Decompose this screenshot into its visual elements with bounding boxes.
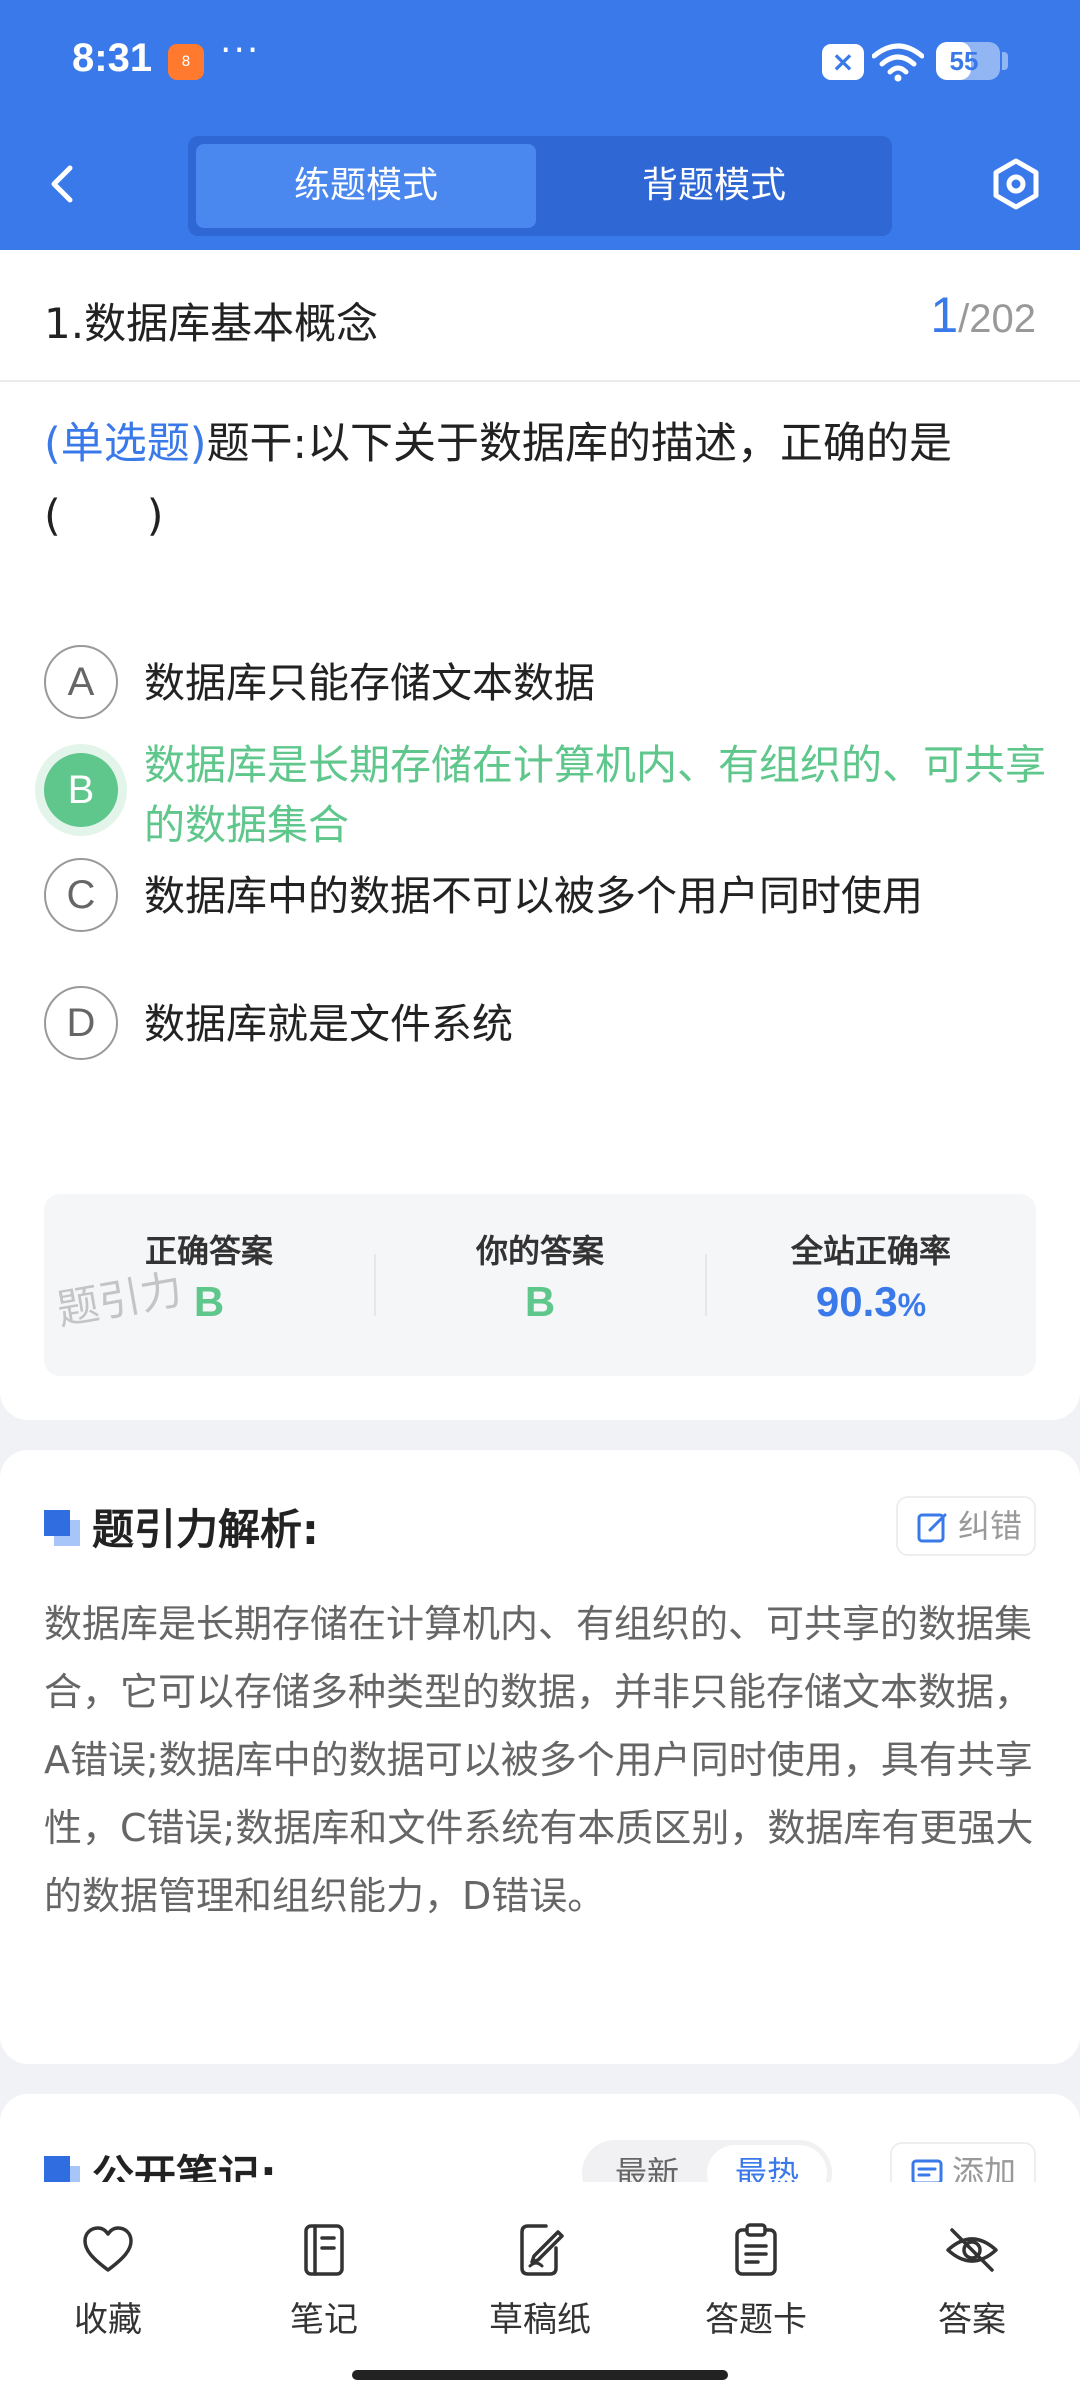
battery-level: 55 <box>949 46 979 76</box>
current-question-number: 1 <box>930 287 959 343</box>
settings-hexagon-icon[interactable] <box>988 156 1044 212</box>
chapter-title: 1.数据库基本概念 <box>44 299 379 348</box>
option-text: 数据库只能存储文本数据 <box>144 659 595 707</box>
option-d[interactable]: D 数据库就是文件系统 <box>44 986 1044 1060</box>
accuracy-number: 90.3 <box>815 1278 898 1325</box>
nav-favorite[interactable]: 收藏 <box>8 2222 208 2340</box>
nav-draft-label: 草稿纸 <box>489 2300 591 2340</box>
option-letter: C <box>44 858 118 932</box>
back-button[interactable] <box>36 156 92 212</box>
option-text: 数据库是长期存储在计算机内、有组织的、可共享的数据集合 <box>144 741 1046 849</box>
accuracy-label: 全站正确率 <box>790 1232 951 1270</box>
correct-answer-label: 正确答案 <box>144 1232 273 1270</box>
counter-separator: / <box>958 297 970 341</box>
heart-icon <box>83 2226 133 2272</box>
option-a[interactable]: A 数据库只能存储文本数据 <box>44 645 1044 719</box>
nav-answer-sheet[interactable]: 答题卡 <box>656 2222 856 2340</box>
section-squares-icon <box>44 1510 80 1546</box>
option-letter: A <box>44 645 118 719</box>
top-header: 8:31 8 ··· × 55 练题模式 背题模式 <box>0 0 1080 250</box>
nav-draft[interactable]: 草稿纸 <box>440 2222 640 2340</box>
home-indicator[interactable] <box>352 2370 728 2380</box>
no-sim-icon: × <box>822 44 864 80</box>
more-notifications-icon: ··· <box>220 30 261 71</box>
nav-notes-label: 笔记 <box>290 2300 358 2340</box>
battery-icon: 55 <box>936 42 1000 80</box>
mode-switch: 练题模式 背题模式 <box>188 136 892 236</box>
your-answer-value: B <box>524 1278 556 1325</box>
accuracy-unit: % <box>897 1287 927 1323</box>
question-type: (单选题) <box>44 419 207 469</box>
tab-practice-mode[interactable]: 练题模式 <box>196 144 536 228</box>
option-text: 数据库就是文件系统 <box>144 1000 513 1048</box>
nav-notes[interactable]: 笔记 <box>224 2222 424 2340</box>
notification-app-icon: 8 <box>168 44 204 80</box>
edit-icon <box>917 1513 947 1543</box>
tab-memorize-mode[interactable]: 背题模式 <box>544 144 884 228</box>
question-stem: (单选题)题干:以下关于数据库的描述，正确的是( ) <box>44 408 1044 552</box>
your-answer-label: 你的答案 <box>475 1232 604 1270</box>
report-error-label: 纠错 <box>958 1507 1023 1545</box>
analysis-text: 数据库是长期存储在计算机内、有组织的、可共享的数据集合，它可以存储多种类型的数据… <box>44 1602 1034 1918</box>
status-bar: 8:31 8 ··· × 55 <box>0 0 1080 125</box>
nav-answer[interactable]: 答案 <box>872 2222 1072 2340</box>
divider <box>0 380 1080 382</box>
wifi-icon <box>872 43 924 82</box>
your-answer-stat: 你的答案 B <box>375 1194 705 1376</box>
option-letter: B <box>44 753 118 827</box>
answer-stats-panel: 正确答案 B 你的答案 B 全站正确率 90.3% 题引力 <box>44 1194 1036 1376</box>
report-error-button[interactable]: 纠错 <box>896 1496 1036 1556</box>
notebook-icon <box>304 2224 344 2276</box>
bottom-nav: 收藏 笔记 草稿纸 答题卡 答案 <box>0 2182 1080 2400</box>
battery-tip <box>1002 52 1008 70</box>
clock-time: 8:31 <box>72 36 153 80</box>
draft-paper-icon <box>520 2224 564 2276</box>
nav-favorite-label: 收藏 <box>74 2300 142 2340</box>
clipboard-icon <box>735 2223 777 2276</box>
question-card: 1.数据库基本概念 1/202 (单选题)题干:以下关于数据库的描述，正确的是(… <box>0 250 1080 1420</box>
accuracy-stat: 全站正确率 90.3% <box>706 1194 1036 1376</box>
option-text: 数据库中的数据不可以被多个用户同时使用 <box>144 872 923 920</box>
analysis-card: 题引力解析: 纠错 数据库是长期存储在计算机内、有组织的、可共享的数据集合，它可… <box>0 1450 1080 2064</box>
option-c[interactable]: C 数据库中的数据不可以被多个用户同时使用 <box>44 858 1044 932</box>
total-questions: 202 <box>969 297 1036 341</box>
option-letter: D <box>44 986 118 1060</box>
nav-answer-sheet-label: 答题卡 <box>705 2300 807 2340</box>
accuracy-value: 90.3% <box>706 1278 1036 1326</box>
eye-off-icon <box>946 2228 998 2272</box>
question-counter: 1/202 <box>930 286 1036 344</box>
nav-answer-label: 答案 <box>938 2300 1006 2340</box>
analysis-title: 题引力解析: <box>92 1505 319 1554</box>
